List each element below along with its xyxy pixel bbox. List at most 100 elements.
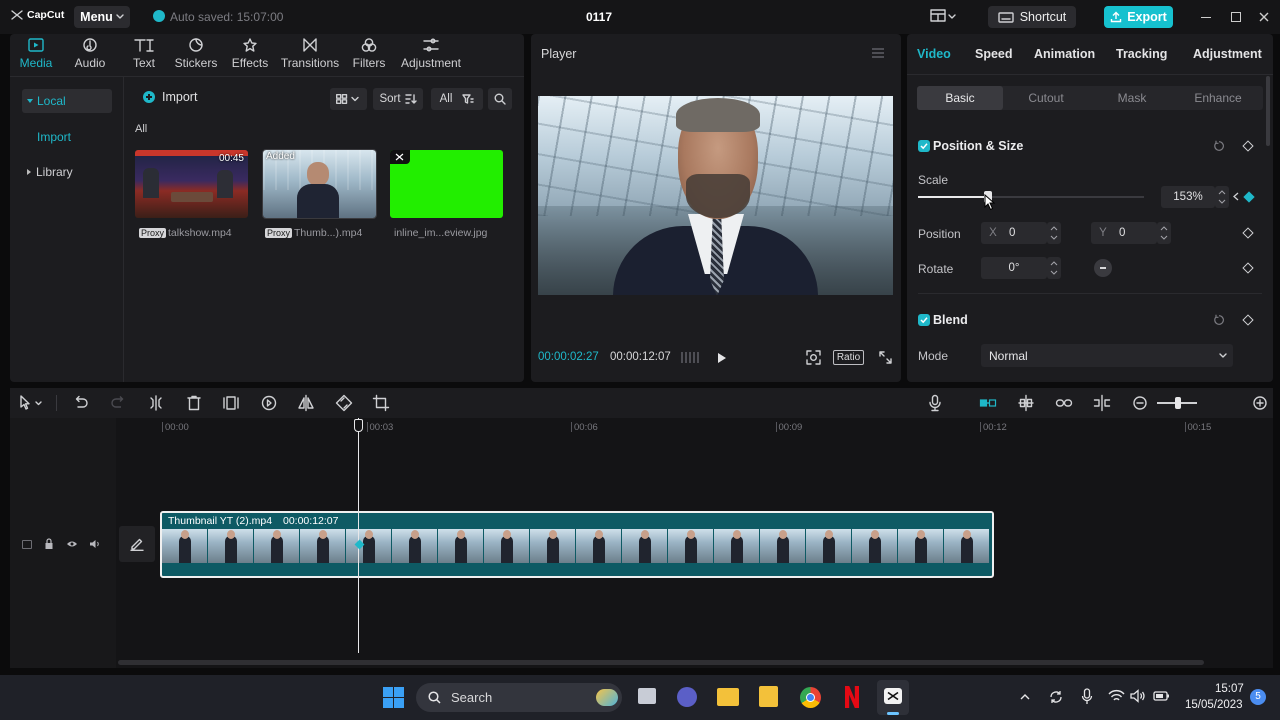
lock-icon[interactable]	[44, 538, 54, 550]
position-size-checkbox[interactable]	[918, 140, 930, 152]
menu-button[interactable]: Menu	[74, 6, 130, 28]
close-icon[interactable]	[1259, 12, 1269, 22]
tab-media[interactable]: Media	[10, 34, 62, 76]
eye-icon[interactable]	[66, 540, 78, 548]
capcut-taskbar-button[interactable]	[877, 680, 909, 715]
netflix-icon[interactable]	[845, 686, 859, 708]
zoom-slider[interactable]	[1157, 397, 1197, 409]
notification-badge[interactable]: 5	[1250, 689, 1266, 705]
delete-icon[interactable]	[185, 394, 203, 412]
tab-animation[interactable]: Animation	[1034, 47, 1095, 61]
keyframe-icon[interactable]	[1242, 227, 1254, 239]
auto-snap-icon[interactable]	[1017, 394, 1035, 412]
fullscreen-focus-icon[interactable]	[806, 350, 821, 365]
scale-stepper[interactable]	[1215, 186, 1229, 208]
import-button[interactable]: Import	[143, 90, 197, 104]
video-clip[interactable]: Thumbnail YT (2).mp4 00:00:12:07	[160, 511, 994, 578]
tab-stickers[interactable]: Stickers	[170, 34, 222, 76]
minimize-icon[interactable]	[1201, 17, 1211, 19]
export-button[interactable]: Export	[1104, 6, 1173, 28]
microphone-icon[interactable]	[926, 394, 944, 412]
tab-adjustment[interactable]: Adjustment	[396, 34, 466, 76]
tab-speed[interactable]: Speed	[975, 47, 1013, 61]
inspector-scrollbar[interactable]	[1266, 76, 1270, 146]
sidebar-item-local[interactable]: Local	[22, 89, 112, 113]
search-button[interactable]	[488, 88, 512, 110]
tab-text[interactable]: Text	[118, 34, 170, 76]
rotate-field[interactable]: 0°	[981, 257, 1047, 279]
volume-icon[interactable]	[1130, 689, 1146, 703]
mirror-icon[interactable]	[297, 394, 315, 412]
speaker-icon[interactable]	[89, 539, 101, 549]
zoom-in-icon[interactable]	[1253, 396, 1267, 410]
tab-filters[interactable]: Filters	[342, 34, 396, 76]
rotate-stepper[interactable]	[1047, 257, 1061, 279]
reset-icon[interactable]	[1213, 140, 1225, 152]
video-preview[interactable]	[538, 96, 893, 295]
playhead[interactable]	[358, 418, 359, 653]
zoom-out-icon[interactable]	[1133, 396, 1147, 410]
scale-slider[interactable]	[918, 191, 1144, 203]
taskbar-search[interactable]: Search	[416, 683, 622, 712]
zoom-slider-handle[interactable]	[1175, 397, 1181, 409]
chrome-icon[interactable]	[800, 687, 821, 708]
time-ruler[interactable]: 00:00 00:03 00:06 00:09 00:12 00:15	[10, 418, 1273, 438]
media-thumbnail-talkshow[interactable]: 00:45	[135, 150, 248, 218]
file-explorer-icon[interactable]	[717, 688, 739, 706]
blend-mode-select[interactable]: Normal	[981, 344, 1233, 367]
tab-transitions[interactable]: Transitions	[278, 34, 342, 76]
preview-axis-icon[interactable]	[1093, 394, 1111, 412]
blend-checkbox[interactable]	[918, 314, 930, 326]
position-y-field[interactable]: Y 0	[1091, 222, 1157, 244]
select-tool-icon[interactable]	[19, 395, 45, 411]
wifi-icon[interactable]	[1108, 689, 1125, 703]
filter-button[interactable]: All	[431, 88, 483, 110]
tab-tracking[interactable]: Tracking	[1116, 47, 1167, 61]
media-thumbnail-thumbnail[interactable]: Added	[262, 149, 377, 219]
tab-audio[interactable]: Audio	[62, 34, 118, 76]
y-stepper[interactable]	[1157, 222, 1171, 244]
media-thumbnail-greenscreen[interactable]	[390, 150, 503, 218]
prev-keyframe-icon[interactable]	[1233, 192, 1239, 201]
position-x-field[interactable]: X 0	[981, 222, 1047, 244]
expand-icon[interactable]	[879, 351, 892, 364]
undo-icon[interactable]	[72, 394, 90, 412]
tab-video[interactable]: Video	[917, 47, 951, 61]
link-icon[interactable]	[1055, 394, 1073, 412]
rotate-icon[interactable]	[335, 394, 353, 412]
keyframe-icon[interactable]	[1242, 140, 1254, 152]
teams-icon[interactable]	[677, 687, 697, 707]
subtab-mask[interactable]: Mask	[1089, 86, 1175, 110]
windows-start-icon[interactable]	[383, 687, 404, 708]
tab-effects[interactable]: Effects	[222, 34, 278, 76]
x-stepper[interactable]	[1047, 222, 1061, 244]
subtab-enhance[interactable]: Enhance	[1175, 86, 1261, 110]
sidebar-item-library[interactable]: Library	[27, 165, 73, 179]
crop-icon[interactable]	[372, 394, 390, 412]
chevron-up-icon[interactable]	[1020, 693, 1030, 700]
playhead-handle[interactable]	[354, 419, 363, 432]
shortcut-button[interactable]: Shortcut	[988, 6, 1076, 28]
microphone-icon[interactable]	[1081, 688, 1093, 705]
sidebar-item-import[interactable]: Import	[37, 130, 71, 144]
redo-icon[interactable]	[109, 394, 127, 412]
subtab-cutout[interactable]: Cutout	[1003, 86, 1089, 110]
split-icon[interactable]	[147, 394, 165, 412]
battery-icon[interactable]	[1153, 691, 1170, 701]
reverse-icon[interactable]	[260, 394, 278, 412]
keyframe-icon[interactable]	[1242, 262, 1254, 274]
scale-value-field[interactable]: 153%	[1161, 186, 1215, 208]
maximize-icon[interactable]	[1231, 12, 1241, 22]
clock-date[interactable]: 15/05/2023	[1185, 699, 1243, 711]
ratio-button[interactable]: Ratio	[833, 350, 864, 365]
hamburger-icon[interactable]	[872, 48, 884, 58]
reset-icon[interactable]	[1213, 314, 1225, 326]
play-icon[interactable]	[717, 352, 727, 364]
layout-icon[interactable]	[930, 9, 956, 23]
clock-time[interactable]: 15:07	[1215, 683, 1244, 695]
track-cover-icon[interactable]	[22, 540, 32, 549]
rotate-dial[interactable]	[1094, 259, 1112, 277]
main-track-magnet-icon[interactable]	[979, 394, 997, 412]
subtab-basic[interactable]: Basic	[917, 86, 1003, 110]
freeze-icon[interactable]	[222, 394, 240, 412]
